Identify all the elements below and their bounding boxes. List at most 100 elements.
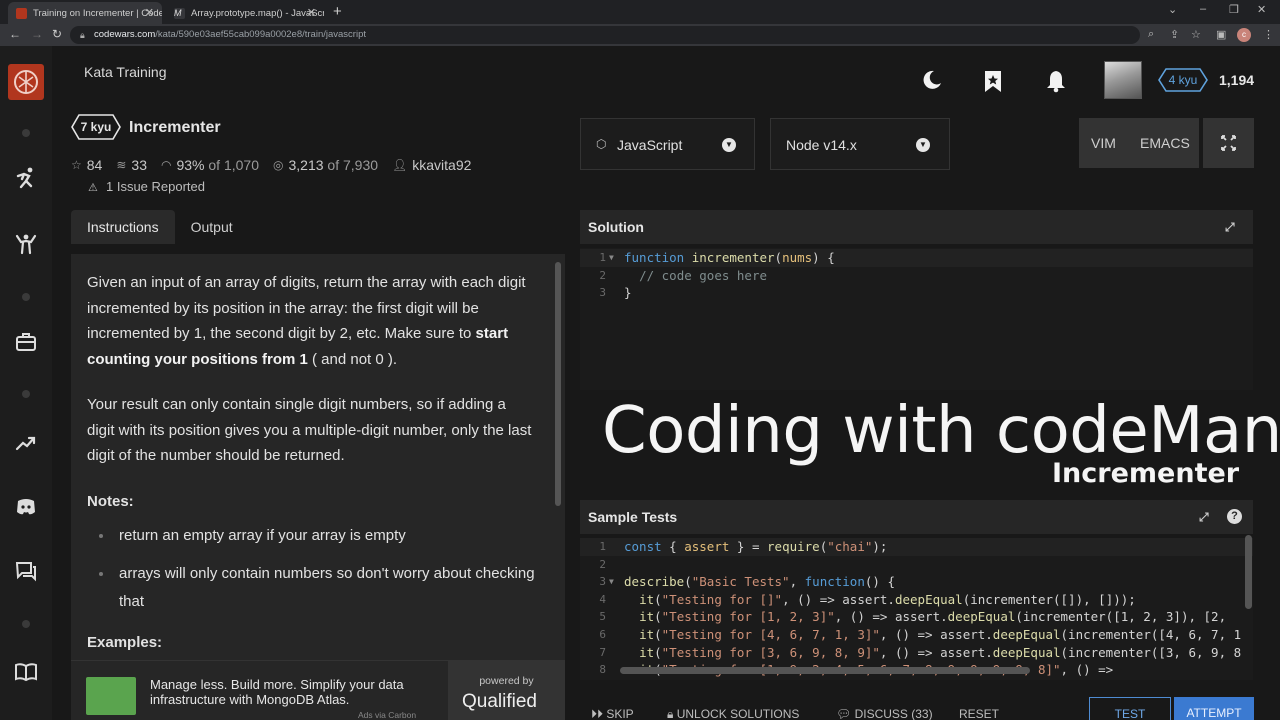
chevron-down-icon: ▼ [916, 138, 930, 152]
code-line[interactable]: 1 const { assert } = require("chai"); [580, 538, 1253, 556]
satisfaction-pct: 93% [176, 157, 205, 173]
user-avatar[interactable] [1104, 61, 1142, 99]
fullscreen-button[interactable] [1203, 118, 1254, 168]
code-line[interactable]: 6 it("Testing for [4, 6, 7, 1, 3]", () =… [580, 626, 1253, 644]
sample-tests-editor[interactable]: 1 const { assert } = require("chai"); 2 3 ▼ d… [580, 538, 1253, 680]
emacs-mode-button[interactable]: EMACS [1140, 118, 1190, 168]
fold-arrow-icon[interactable]: ▼ [609, 249, 614, 267]
code-text: it("Testing for [1, 2, 3]", () => assert… [639, 609, 1227, 625]
code-text: it("Testing for []", () => assert.deepEq… [639, 591, 1136, 607]
stars-stat[interactable]: ☆ 84 [71, 157, 102, 173]
browser-tab-title: Training on Incrementer | Codewars [33, 7, 162, 19]
author-stat[interactable]: 👤︎ kkavita92 [392, 157, 471, 173]
code-line[interactable]: 7 it("Testing for [3, 6, 9, 8, 9]", () =… [580, 644, 1253, 662]
forward-icon[interactable]: → [31, 27, 43, 41]
examples-heading: Examples: [87, 634, 163, 651]
fold-arrow-icon[interactable]: ▼ [609, 573, 614, 591]
javascript-icon: ⬡ [596, 137, 607, 151]
close-tab-icon[interactable]: ✕ [307, 6, 316, 19]
url-input[interactable]: 🔒︎ codewars.com/kata/590e03aef55cab099a0… [70, 26, 1140, 44]
close-tab-icon[interactable]: ✕ [145, 6, 154, 19]
notes-heading: Notes: [87, 492, 134, 510]
line-number: 1 [599, 540, 606, 553]
collections-count: 33 [131, 157, 147, 173]
back-icon[interactable]: ← [9, 27, 21, 41]
user-honor: 1,194 [1219, 72, 1255, 88]
author-name: kkavita92 [412, 157, 472, 173]
code-line[interactable]: 5 it("Testing for [1, 2, 3]", () => asse… [580, 608, 1253, 626]
satisfaction-stat: ◠ 93% of 1,070 [161, 157, 259, 173]
attempt-button[interactable]: ATTEMPT [1174, 697, 1254, 720]
watermark-title: Coding with codeManS [602, 394, 1280, 468]
ad-image [86, 677, 136, 715]
instructions-tabs: Instructions Output [71, 210, 249, 244]
browser-tab-mdn[interactable]: M Array.prototype.map() - JavaScript ✕ [166, 2, 324, 24]
code-line[interactable]: 4 it("Testing for []", () => assert.deep… [580, 591, 1253, 609]
tests-vertical-scrollbar[interactable] [1245, 535, 1252, 609]
test-button[interactable]: TEST [1089, 697, 1171, 720]
trending-icon[interactable] [14, 431, 38, 455]
completed-stat: ◎ 3,213 of 7,930 [273, 157, 378, 173]
dark-mode-moon-icon[interactable] [920, 68, 944, 92]
browser-menu-icon[interactable]: ⋮ [1263, 28, 1274, 41]
codewars-favicon-icon [16, 7, 27, 19]
runtime-select[interactable]: Node v14.x ▼ [770, 118, 950, 170]
notifications-bell-icon[interactable] [1044, 69, 1068, 93]
qualified-logo: Qualified [462, 691, 537, 712]
skip-button[interactable]: ⏵⏵︎ SKIP [591, 707, 634, 720]
unlock-solutions-button[interactable]: 🔒︎ UNLOCK SOLUTIONS [667, 707, 799, 720]
profile-avatar[interactable]: c [1237, 28, 1251, 42]
share-icon[interactable]: ⇪ [1170, 28, 1179, 41]
language-select[interactable]: ⬡ JavaScript ▼ [580, 118, 755, 170]
expand-icon[interactable]: ⤢ [1199, 500, 1209, 534]
code-text: } [624, 285, 632, 301]
solution-title: Solution [588, 219, 644, 235]
code-line[interactable]: 2 [580, 556, 1253, 574]
tab-instructions[interactable]: Instructions [71, 210, 175, 244]
solution-editor[interactable]: 1 ▼ function incrementer(nums) {2 // code … [580, 248, 1253, 390]
user-rank-badge: 4 kyu [1158, 68, 1208, 92]
bookmark-star-icon[interactable] [981, 69, 1005, 93]
skip-icon: ⏵⏵︎ [591, 707, 607, 720]
bookmark-star-icon[interactable]: ☆ [1191, 28, 1201, 41]
reset-button[interactable]: RESET [959, 707, 999, 720]
expand-icon[interactable]: ⤢ [1225, 210, 1235, 244]
side-panel-icon[interactable]: ▣ [1216, 28, 1226, 41]
tests-horizontal-scrollbar[interactable] [620, 667, 1030, 674]
code-line[interactable]: 2 // code goes here [580, 267, 1253, 285]
briefcase-icon[interactable] [14, 330, 38, 354]
sidebar-divider-dot [22, 620, 30, 628]
discord-icon[interactable] [14, 495, 38, 519]
code-line[interactable]: 3} [580, 284, 1253, 302]
training-icon[interactable] [14, 166, 38, 190]
reload-icon[interactable]: ↻ [52, 27, 62, 41]
close-window-icon[interactable]: ✕ [1257, 3, 1266, 16]
line-number: 8 [599, 663, 606, 677]
code-line[interactable]: 1 ▼ function incrementer(nums) { [580, 249, 1253, 267]
help-icon[interactable]: ? [1227, 509, 1242, 524]
user-rank-label: 4 kyu [1168, 73, 1198, 87]
discuss-button[interactable]: 💬︎ DISCUSS (33) [836, 707, 933, 720]
new-tab-icon[interactable]: + [333, 3, 342, 20]
carbon-ad[interactable]: Manage less. Build more. Simplify your d… [71, 660, 565, 720]
address-bar: ← → ↻ 🔒︎ codewars.com/kata/590e03aef55ca… [0, 24, 1280, 46]
codewars-logo-icon[interactable] [8, 64, 44, 100]
issues-link[interactable]: 1 Issue Reported [106, 179, 205, 194]
vim-mode-button[interactable]: VIM [1091, 118, 1116, 168]
tab-search-icon[interactable]: ⌄ [1168, 3, 1177, 16]
book-icon[interactable] [14, 660, 38, 684]
user-icon: 👤︎ [392, 158, 408, 172]
minimize-icon[interactable]: – [1200, 3, 1206, 15]
practice-icon[interactable] [14, 232, 38, 256]
code-text: it("Testing for [3, 6, 9, 8, 9]", () => … [639, 644, 1242, 660]
chat-icon[interactable] [14, 559, 38, 583]
instructions-scrollbar[interactable] [555, 262, 561, 506]
code-text: it("Testing for [4, 6, 7, 1, 3]", () => … [639, 626, 1242, 642]
code-line[interactable]: 3 ▼ describe("Basic Tests", function() { [580, 573, 1253, 591]
zoom-icon[interactable]: ⌕ [1148, 28, 1154, 41]
collections-stat[interactable]: ≋ 33 [116, 157, 147, 173]
restore-icon[interactable]: ❐ [1229, 3, 1239, 16]
browser-tab-codewars[interactable]: Training on Incrementer | Codewars ✕ [8, 2, 162, 24]
qualified-powered-by[interactable]: powered by Qualified [448, 661, 565, 720]
tab-output[interactable]: Output [175, 210, 249, 244]
